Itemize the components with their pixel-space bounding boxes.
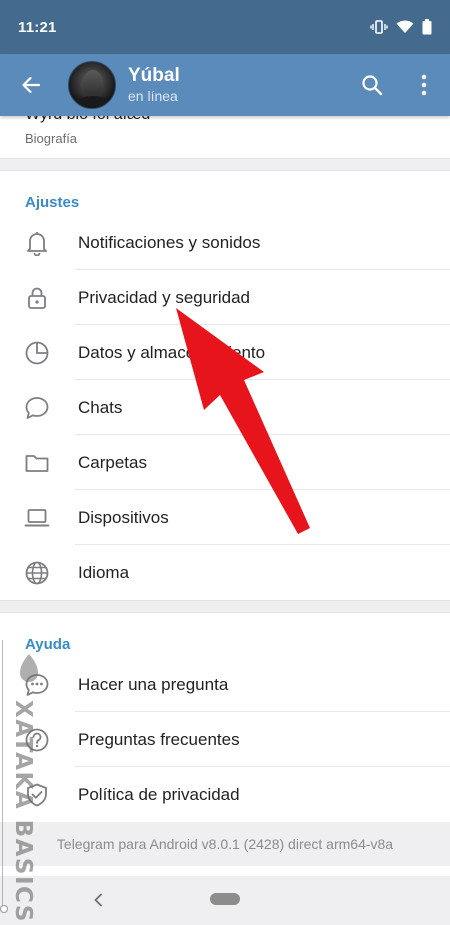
avatar-face [83, 70, 103, 98]
search-button[interactable] [346, 54, 398, 116]
settings-item-notifications[interactable]: Notificaciones y sonidos [0, 215, 450, 270]
wifi-icon [396, 20, 414, 33]
bio-label: Biografía [25, 131, 78, 146]
more-vertical-icon [421, 74, 427, 96]
vibrate-icon [370, 20, 388, 34]
help-item-faq[interactable]: Preguntas frecuentes [0, 712, 450, 767]
bio-row[interactable]: Wyrd bio fol afæd Biografía [0, 116, 450, 158]
clock: 11:21 [18, 18, 57, 36]
help-item-ask-question[interactable]: Hacer una pregunta [0, 657, 450, 712]
watermark-logo-icon [20, 654, 38, 682]
chevron-left-icon [94, 893, 102, 907]
profile-name: Yúbal [128, 65, 180, 86]
avatar-shoulders [73, 96, 113, 108]
status-bar: 11:21 [0, 0, 450, 54]
chat-bubble-icon [25, 396, 49, 419]
profile-title[interactable]: Yúbal en línea [128, 65, 346, 105]
avatar[interactable] [68, 61, 116, 109]
settings-item-label: Notificaciones y sonidos [78, 232, 261, 252]
bio-value: Wyrd bio fol afæd [25, 116, 150, 124]
status-icons [370, 19, 432, 35]
battery-icon [422, 19, 432, 35]
settings-item-label: Dispositivos [78, 507, 169, 527]
nav-home-pill[interactable] [210, 893, 240, 905]
settings-header: Ajustes [25, 194, 80, 211]
settings-item-label: Chats [78, 397, 123, 417]
help-item-privacy-policy[interactable]: Política de privacidad [0, 767, 450, 822]
settings-item-language[interactable]: Idioma [0, 545, 450, 600]
profile-status: en línea [128, 88, 178, 104]
app-bar: Yúbal en línea [0, 54, 450, 116]
pie-chart-icon [25, 341, 49, 364]
settings-item-label: Carpetas [78, 452, 147, 472]
system-nav-bar [0, 876, 450, 925]
lock-icon [28, 287, 46, 309]
help-item-label: Hacer una pregunta [78, 674, 229, 694]
watermark-text: XATAKA BASICS [10, 700, 36, 923]
help-item-label: Política de privacidad [78, 784, 240, 804]
help-header: Ayuda [25, 636, 71, 653]
settings-item-label: Idioma [78, 562, 130, 582]
section-divider [0, 600, 450, 613]
laptop-icon [24, 508, 50, 526]
version-info: Telegram para Android v8.0.1 (2428) dire… [0, 822, 450, 866]
more-options-button[interactable] [398, 54, 450, 116]
arrow-left-icon [22, 76, 41, 94]
help-item-label: Preguntas frecuentes [78, 729, 240, 749]
section-divider [0, 158, 450, 171]
bell-icon [27, 231, 47, 256]
search-icon [362, 75, 383, 96]
nav-back-button[interactable] [88, 888, 108, 912]
folder-icon [25, 454, 49, 472]
annotation-arrow [176, 308, 310, 534]
back-button[interactable] [0, 54, 62, 116]
globe-icon [25, 561, 49, 584]
watermark: XATAKA BASICS [0, 640, 50, 925]
